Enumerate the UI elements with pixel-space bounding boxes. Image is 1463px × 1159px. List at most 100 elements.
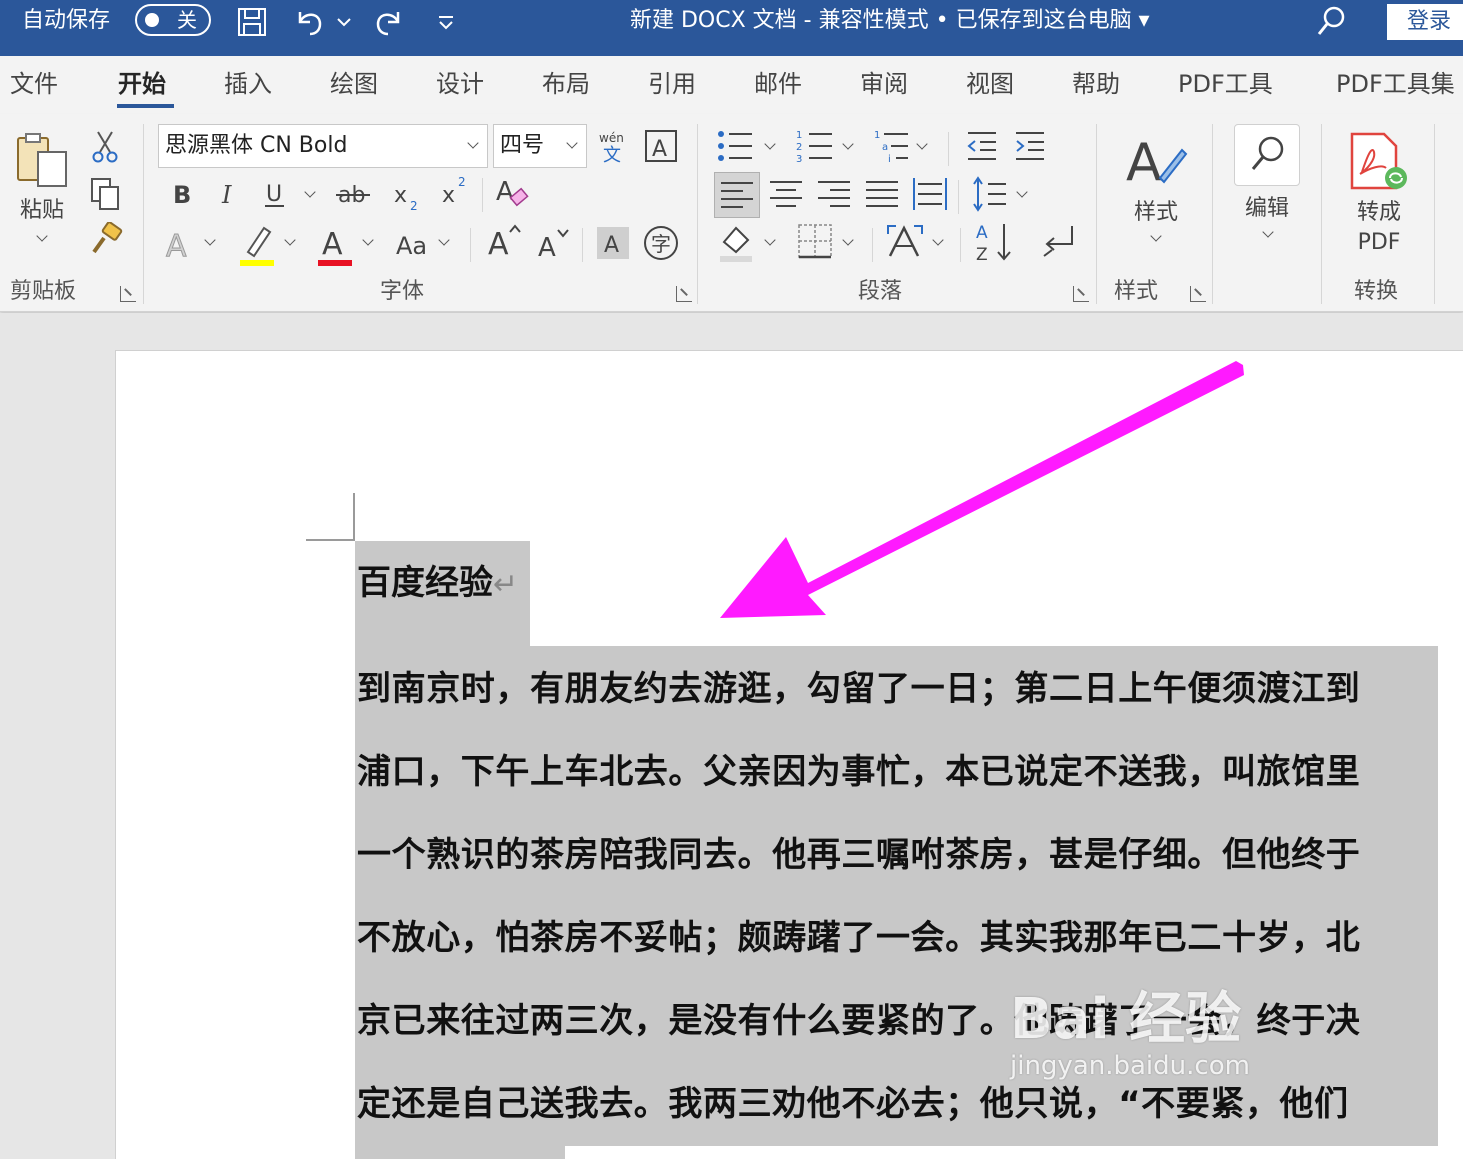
- login-button[interactable]: 登录: [1387, 4, 1463, 40]
- align-right-icon[interactable]: [814, 174, 854, 214]
- highlight-icon[interactable]: [238, 222, 278, 266]
- styles-dropdown-icon[interactable]: [1150, 230, 1162, 242]
- superscript-icon[interactable]: x2: [438, 172, 472, 212]
- change-case-icon[interactable]: Aa: [396, 224, 436, 264]
- shrink-font-icon[interactable]: A: [536, 222, 576, 266]
- undo-dropdown-icon[interactable]: [334, 6, 354, 38]
- tab-layout[interactable]: 布局: [542, 68, 590, 100]
- font-color-dropdown-icon[interactable]: [362, 234, 374, 246]
- paste-label[interactable]: 粘贴: [14, 198, 70, 224]
- tab-mailings[interactable]: 邮件: [754, 68, 802, 100]
- font-name-combo[interactable]: 思源黑体 CN Bold: [158, 124, 488, 168]
- tab-design[interactable]: 设计: [436, 68, 484, 100]
- baidu-watermark: Bai 经验 jingyan.baidu.com: [1010, 987, 1250, 1082]
- paragraph-launcher-icon[interactable]: [1073, 286, 1089, 302]
- svg-text:文: 文: [603, 145, 621, 164]
- svg-text:1: 1: [874, 130, 880, 141]
- edit-label[interactable]: 编辑: [1236, 196, 1298, 222]
- svg-text:wén: wén: [599, 131, 624, 145]
- tab-help[interactable]: 帮助: [1072, 68, 1120, 100]
- decrease-indent-icon[interactable]: [964, 128, 1000, 164]
- cut-icon[interactable]: [90, 130, 120, 164]
- svg-text:A: A: [488, 227, 509, 262]
- mini-divider: [872, 228, 873, 262]
- customize-toolbar-icon[interactable]: [434, 6, 458, 38]
- paste-dropdown-icon[interactable]: [36, 230, 48, 242]
- character-shading-icon[interactable]: A: [596, 226, 630, 260]
- undo-icon[interactable]: [294, 6, 326, 38]
- sort-icon[interactable]: AZ: [974, 220, 1018, 264]
- font-size-combo[interactable]: 四号: [493, 124, 587, 168]
- autosave-toggle[interactable]: 关: [135, 4, 211, 36]
- underline-icon[interactable]: U: [260, 176, 290, 210]
- chinese-layout-icon[interactable]: [884, 220, 928, 264]
- edit-dropdown-icon[interactable]: [1262, 226, 1274, 238]
- tab-pdf-tools[interactable]: PDF工具: [1178, 68, 1273, 100]
- bullets-icon[interactable]: [716, 128, 756, 164]
- tab-file[interactable]: 文件: [10, 68, 58, 100]
- distributed-icon[interactable]: [910, 174, 950, 214]
- text-effects-dropdown-icon[interactable]: [204, 234, 216, 246]
- tab-view[interactable]: 视图: [966, 68, 1014, 100]
- italic-icon[interactable]: I: [214, 176, 244, 210]
- grow-font-icon[interactable]: A: [486, 220, 526, 264]
- subscript-icon[interactable]: x2: [390, 176, 424, 216]
- bullets-dropdown-icon[interactable]: [764, 138, 776, 150]
- highlight-dropdown-icon[interactable]: [284, 234, 296, 246]
- document-area[interactable]: 百度经验↵ 到南京时，有朋友约去游逛，勾留了一日；第二日上午便须渡江到 浦口，下…: [0, 313, 1463, 1159]
- ribbon-tabs: 文件 开始 插入 绘图 设计 布局 引用 邮件 审阅 视图 帮助 PDF工具 P…: [0, 56, 1463, 114]
- change-case-dropdown-icon[interactable]: [438, 234, 450, 246]
- search-icon[interactable]: [1316, 4, 1348, 38]
- chinese-layout-dropdown-icon[interactable]: [932, 234, 944, 246]
- show-marks-icon[interactable]: [1040, 222, 1080, 262]
- save-icon[interactable]: [236, 6, 268, 38]
- tab-pdf-toolset[interactable]: PDF工具集: [1336, 68, 1455, 100]
- align-left-icon[interactable]: [714, 172, 760, 218]
- document-title[interactable]: 新建 DOCX 文档 - 兼容性模式 • 已保存到这台电脑 ▾: [630, 6, 1150, 36]
- styles-launcher-icon[interactable]: [1190, 286, 1206, 302]
- tab-home[interactable]: 开始: [118, 68, 166, 100]
- watermark-main: Bai 经验: [1010, 987, 1242, 1052]
- align-center-icon[interactable]: [766, 174, 806, 214]
- strikethrough-icon[interactable]: ab: [334, 176, 374, 210]
- font-launcher-icon[interactable]: [676, 286, 692, 302]
- numbering-dropdown-icon[interactable]: [842, 138, 854, 150]
- bold-icon[interactable]: B: [166, 176, 196, 210]
- tab-references[interactable]: 引用: [648, 68, 696, 100]
- multilevel-list-icon[interactable]: 1ai: [874, 128, 914, 164]
- convert-pdf-label-1[interactable]: 转成: [1344, 200, 1414, 226]
- underline-dropdown-icon[interactable]: [304, 186, 316, 198]
- tab-insert[interactable]: 插入: [224, 68, 272, 100]
- redo-icon[interactable]: [372, 6, 404, 38]
- svg-text:A: A: [604, 233, 619, 258]
- clipboard-launcher-icon[interactable]: [120, 286, 136, 302]
- clear-formatting-icon[interactable]: A: [494, 172, 534, 212]
- find-button[interactable]: [1234, 124, 1300, 186]
- tab-review[interactable]: 审阅: [860, 68, 908, 100]
- character-border-icon[interactable]: A: [643, 128, 679, 164]
- convert-pdf-label-2[interactable]: PDF: [1344, 230, 1414, 256]
- copy-icon[interactable]: [88, 176, 122, 212]
- tab-draw[interactable]: 绘图: [330, 68, 378, 100]
- text-effects-icon[interactable]: A: [164, 224, 198, 265]
- styles-label[interactable]: 样式: [1126, 200, 1186, 226]
- paste-icon[interactable]: [12, 130, 72, 190]
- multilevel-dropdown-icon[interactable]: [916, 138, 928, 150]
- enclose-characters-icon[interactable]: 字: [642, 224, 680, 262]
- group-divider: [1321, 124, 1322, 304]
- justify-icon[interactable]: [862, 174, 902, 214]
- line-spacing-dropdown-icon[interactable]: [1016, 186, 1028, 198]
- phonetic-guide-icon[interactable]: wén 文: [596, 128, 632, 164]
- numbering-icon[interactable]: 123: [796, 128, 836, 164]
- styles-icon[interactable]: A: [1124, 130, 1188, 194]
- shading-icon[interactable]: [716, 220, 756, 264]
- borders-dropdown-icon[interactable]: [842, 234, 854, 246]
- format-painter-icon[interactable]: [88, 222, 124, 258]
- increase-indent-icon[interactable]: [1012, 128, 1048, 164]
- shading-dropdown-icon[interactable]: [764, 234, 776, 246]
- font-color-icon[interactable]: A: [316, 222, 356, 266]
- pdf-convert-icon[interactable]: [1346, 132, 1410, 194]
- line-spacing-icon[interactable]: [970, 174, 1010, 214]
- toggle-state: 关: [177, 8, 197, 32]
- borders-icon[interactable]: [796, 222, 834, 260]
